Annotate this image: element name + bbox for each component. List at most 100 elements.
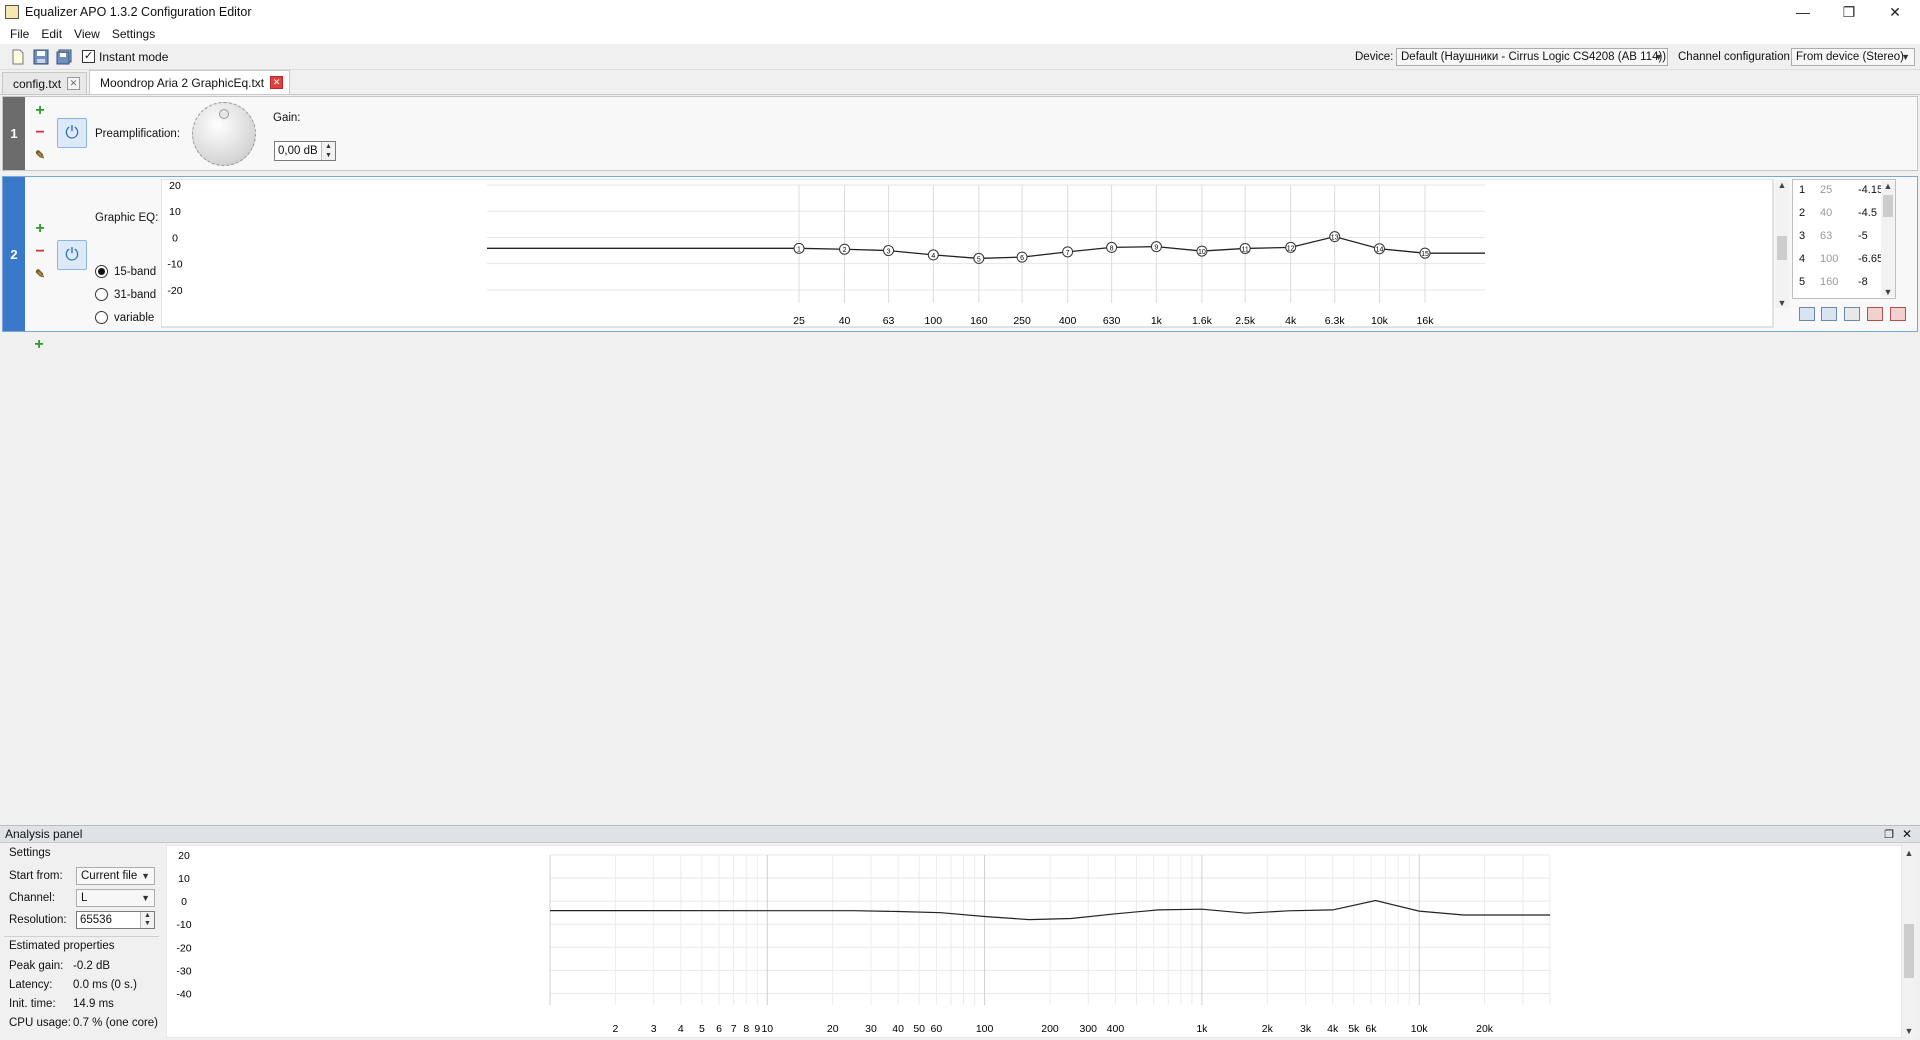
scroll-down-icon[interactable]: ▼ — [1881, 287, 1895, 297]
tab-label: config.txt — [13, 76, 62, 91]
chevron-down-icon: ▼ — [141, 893, 150, 903]
band-frequency[interactable]: 63 — [1820, 230, 1832, 242]
band-number: 1 — [1799, 184, 1806, 196]
table-row[interactable]: 2 40 -4.5 — [1793, 203, 1883, 226]
band-gain[interactable]: -5 — [1858, 230, 1868, 242]
band-gain[interactable]: -6.65 — [1858, 253, 1883, 265]
scroll-down-icon[interactable]: ▼ — [1775, 298, 1789, 308]
instant-mode-checkbox[interactable]: ✓ Instant mode — [82, 50, 168, 64]
scrollbar-thumb[interactable] — [1777, 236, 1787, 260]
menu-view[interactable]: View — [68, 27, 106, 41]
scrollbar-thumb[interactable] — [1883, 195, 1893, 217]
power-toggle[interactable]: ⏻ — [57, 118, 87, 148]
close-button[interactable]: ✕ — [1872, 0, 1918, 24]
close-tab-icon[interactable]: ✕ — [67, 77, 81, 90]
scroll-up-icon[interactable]: ▲ — [1902, 848, 1916, 858]
restore-button[interactable]: ❐ — [1826, 0, 1872, 24]
radio-label: variable — [114, 311, 155, 324]
x-tick-label: 6.3k — [1325, 315, 1346, 327]
save-all-button[interactable] — [54, 47, 74, 67]
normalize-icon[interactable] — [1867, 307, 1883, 321]
x-tick-label: 30 — [865, 1023, 877, 1035]
edit-icon[interactable]: ✎ — [32, 147, 48, 163]
resolution-spinbox[interactable]: 65536 ▲ ▼ — [76, 911, 155, 929]
gain-knob[interactable] — [192, 102, 256, 166]
close-icon[interactable]: ✕ — [1902, 827, 1912, 841]
resolution-label: Resolution: — [9, 914, 67, 926]
channel-config-select[interactable]: From device (Stereo) ▼ — [1791, 47, 1915, 66]
y-tick-label: 20 — [169, 180, 181, 192]
tab-moondrop[interactable]: Moondrop Aria 2 GraphicEq.txt ✕ — [89, 70, 291, 94]
table-scrollbar[interactable]: ▲ ▼ — [1881, 181, 1895, 297]
radio-15-band[interactable]: 15-band — [95, 265, 156, 278]
band-handle-label: 12 — [1287, 245, 1295, 252]
title-bar: Equalizer APO 1.3.2 Configuration Editor… — [0, 0, 1920, 24]
scroll-down-icon[interactable]: ▼ — [1902, 1026, 1916, 1036]
undock-icon[interactable]: ❐ — [1884, 828, 1894, 841]
scrollbar-thumb[interactable] — [1904, 924, 1914, 978]
graphic-eq-chart[interactable]: 20100-10-2025 40 63 100 160 250 400 630 1k 1.6k 2.… — [161, 179, 1793, 329]
spin-arrows-icon[interactable]: ▲ ▼ — [140, 912, 154, 928]
band-number: 3 — [1799, 230, 1806, 242]
radio-31-band[interactable]: 31-band — [95, 288, 156, 301]
cpu-usage-label: CPU usage: — [9, 1017, 72, 1029]
reset-icon[interactable] — [1890, 307, 1906, 321]
scroll-up-icon[interactable]: ▲ — [1775, 180, 1789, 190]
table-row[interactable]: 3 63 -5 — [1793, 226, 1883, 249]
x-tick-label: 1k — [1196, 1023, 1208, 1035]
new-file-button[interactable] — [8, 47, 28, 67]
remove-filter-button[interactable]: − — [32, 243, 48, 260]
band-frequency[interactable]: 160 — [1820, 276, 1838, 288]
band-frequency[interactable]: 100 — [1820, 253, 1838, 265]
device-select[interactable]: Default (Наушники - Cirrus Logic CS4208 … — [1396, 47, 1668, 66]
menu-settings[interactable]: Settings — [106, 27, 161, 41]
window-title: Equalizer APO 1.3.2 Configuration Editor — [25, 5, 252, 19]
radio-variable[interactable]: variable — [95, 311, 154, 324]
device-value: Default (Наушники - Cirrus Logic CS4208 … — [1401, 50, 1667, 63]
analysis-chart: 20100-10-20-30-402 3 4 5 6 7 8 9 10 20 30 40 50 60 100… — [166, 845, 1902, 1038]
radio-label: 15-band — [114, 265, 157, 278]
start-from-select[interactable]: Current file ▼ — [76, 867, 155, 885]
add-filter-button[interactable]: + — [32, 102, 48, 119]
analysis-scrollbar[interactable]: ▲ ▼ — [1902, 848, 1916, 1036]
edit-icon[interactable]: ✎ — [32, 266, 48, 282]
chevron-down-icon: ▼ — [1654, 51, 1663, 62]
scroll-up-icon[interactable]: ▲ — [1881, 181, 1895, 191]
table-row[interactable]: 5 160 -8 — [1793, 272, 1883, 295]
import-icon[interactable] — [1799, 307, 1815, 321]
save-button[interactable] — [31, 47, 51, 67]
invert-icon[interactable] — [1844, 307, 1860, 321]
tab-config[interactable]: config.txt ✕ — [2, 72, 88, 94]
band-frequency[interactable]: 25 — [1820, 184, 1832, 196]
chevron-down-icon: ▼ — [1901, 51, 1910, 62]
x-tick-label: 8 — [743, 1023, 749, 1035]
export-icon[interactable] — [1821, 307, 1837, 321]
power-toggle[interactable]: ⏻ — [57, 240, 87, 270]
band-gain[interactable]: -4.15 — [1858, 184, 1883, 196]
gain-spinbox[interactable]: 0,00 dB ▲ ▼ — [274, 141, 336, 161]
minimize-button[interactable]: — — [1780, 0, 1826, 24]
add-filter-button[interactable]: + — [32, 220, 48, 237]
x-tick-label: 100 — [976, 1023, 994, 1035]
band-gain[interactable]: -8 — [1858, 276, 1868, 288]
band-gain[interactable]: -4.5 — [1858, 207, 1877, 219]
menu-file[interactable]: File — [4, 27, 35, 41]
table-row[interactable]: 1 25 -4.15 — [1793, 180, 1883, 203]
close-tab-icon[interactable]: ✕ — [270, 76, 284, 89]
tab-label: Moondrop Aria 2 GraphicEq.txt — [100, 75, 265, 90]
remove-filter-button[interactable]: − — [32, 124, 48, 141]
channel-select[interactable]: L ▼ — [76, 889, 155, 907]
x-tick-label: 5k — [1348, 1023, 1360, 1035]
band-frequency[interactable]: 40 — [1820, 207, 1832, 219]
cpu-usage-value: 0.7 % (one core) — [73, 1017, 159, 1029]
menu-edit[interactable]: Edit — [35, 27, 68, 41]
table-row[interactable]: 4 100 -6.65 — [1793, 249, 1883, 272]
x-tick-label: 4k — [1285, 315, 1297, 327]
band-handle-label: 11 — [1242, 246, 1249, 253]
x-tick-label: 400 — [1059, 315, 1077, 327]
power-icon: ⏻ — [65, 245, 79, 264]
spin-arrows-icon[interactable]: ▲ ▼ — [321, 142, 335, 160]
add-filter-button[interactable]: + — [31, 336, 47, 353]
eq-chart-scrollbar[interactable]: ▲ ▼ — [1775, 180, 1789, 308]
filter-number: 2 — [3, 177, 25, 331]
